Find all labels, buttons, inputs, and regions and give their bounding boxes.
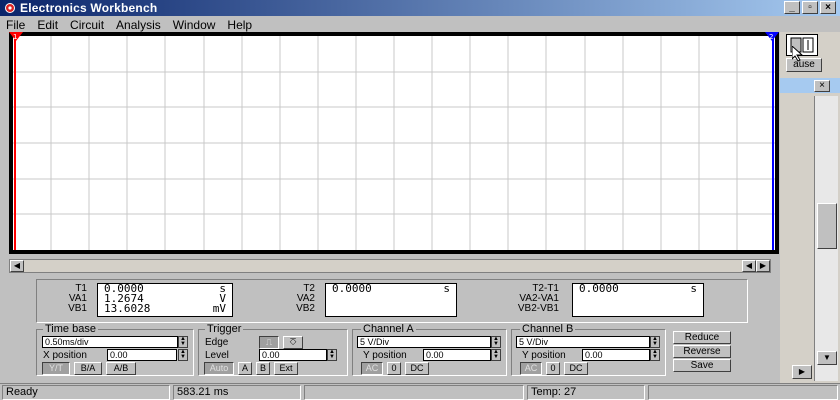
trigger-auto-button[interactable]: Auto: [204, 362, 234, 375]
label-vb2: VB2: [296, 303, 315, 314]
trigger-b-button[interactable]: B: [256, 362, 270, 375]
unit-t2: s: [443, 282, 450, 295]
app-icon: [3, 2, 17, 14]
title-bar: Electronics Workbench _ ▫ ×: [0, 0, 840, 16]
minimize-button[interactable]: _: [784, 1, 800, 14]
timebase-scale-spinner-icon[interactable]: ▲ ▼: [178, 336, 188, 348]
readout-middle-values: 0.0000 s: [325, 283, 457, 317]
svg-text:1: 1: [13, 33, 17, 41]
channel-b-ypos-label: Y position: [522, 350, 566, 361]
channel-b-ypos-spinner-icon[interactable]: ▲ ▼: [650, 349, 660, 361]
vertical-scrollbar[interactable]: ▼: [814, 96, 838, 381]
menu-bar: File Edit Circuit Analysis Window Help: [0, 16, 780, 33]
channel-b-dc-button[interactable]: DC: [564, 362, 588, 375]
mouse-pointer-icon: [791, 44, 804, 62]
channel-a-group: Channel A 5 V/Div ▲ ▼ Y position 0.00 ▲ ▼ …: [352, 323, 507, 376]
unit-vb1: mV: [212, 302, 226, 315]
horizontal-scrollbar[interactable]: ◀ ◀ ▶: [9, 259, 771, 273]
readout-left-labels: T1 VA1 VB1: [39, 284, 87, 314]
edge-label: Edge: [205, 337, 229, 348]
channel-a-ac-button[interactable]: AC: [361, 362, 383, 375]
menu-file[interactable]: File: [0, 18, 31, 32]
label-vb2-vb1: VB2-VB1: [517, 303, 559, 314]
window-title: Electronics Workbench: [20, 1, 158, 15]
reduce-button[interactable]: Reduce: [673, 331, 731, 344]
channel-a-ypos-field[interactable]: 0.00: [423, 349, 491, 361]
level-field[interactable]: 0.00: [259, 349, 327, 361]
xposition-field[interactable]: 0.00: [107, 349, 177, 361]
value-t2: 0.0000: [332, 282, 372, 295]
oscilloscope-screen: 1 2: [9, 32, 779, 254]
inner-close-icon[interactable]: ×: [814, 80, 830, 92]
channel-a-ypos-label: Y position: [363, 350, 407, 361]
readout-right-labels: T2-T1 VA2-VA1 VB2-VB1: [487, 284, 559, 314]
oscilloscope-grid: [13, 36, 775, 250]
menu-circuit[interactable]: Circuit: [64, 18, 110, 32]
ab-button[interactable]: A/B: [106, 362, 136, 375]
close-button[interactable]: ×: [820, 1, 836, 14]
xposition-label: X position: [43, 350, 87, 361]
menu-edit[interactable]: Edit: [31, 18, 64, 32]
edge-rising-icon[interactable]: ⎍: [259, 336, 279, 349]
scroll-left-icon[interactable]: ◀: [10, 260, 24, 272]
channel-b-zero-button[interactable]: 0: [546, 362, 560, 375]
inner-window-titlebar: [780, 78, 840, 93]
trigger-title: Trigger: [205, 323, 244, 335]
measurement-readout: T1 VA1 VB1 0.0000 s 1.2674 V 13.6028 mV T2 …: [36, 279, 748, 323]
timebase-scale-field[interactable]: 0.50ms/div: [42, 336, 178, 348]
label-vb1: VB1: [68, 303, 87, 314]
channel-b-group: Channel B 5 V/Div ▲ ▼ Y position 0.00 ▲ ▼ …: [511, 323, 666, 376]
menu-window[interactable]: Window: [167, 18, 222, 32]
channel-b-scale-spinner-icon[interactable]: ▲ ▼: [650, 336, 660, 348]
scroll-right-icon[interactable]: ▶: [756, 260, 770, 272]
channel-a-title: Channel A: [361, 323, 416, 335]
level-spinner-icon[interactable]: ▲ ▼: [327, 349, 337, 361]
status-empty-1: [304, 385, 524, 400]
reverse-button[interactable]: Reverse: [673, 345, 731, 358]
trigger-a-button[interactable]: A: [238, 362, 252, 375]
readout-right-values: 0.0000 s: [572, 283, 704, 317]
level-label: Level: [205, 350, 229, 361]
scroll-left-end-icon[interactable]: ◀: [742, 260, 756, 272]
cursor-1-marker-icon[interactable]: 1: [9, 32, 23, 42]
channel-a-zero-button[interactable]: 0: [387, 362, 401, 375]
channel-b-ypos-field[interactable]: 0.00: [582, 349, 650, 361]
edge-falling-icon[interactable]: ⎏: [283, 336, 303, 349]
readout-middle-labels: T2 VA2 VB2: [267, 284, 315, 314]
xposition-spinner-icon[interactable]: ▲ ▼: [178, 349, 188, 361]
value-vb1: 13.6028: [104, 302, 151, 315]
vertical-scroll-thumb[interactable]: [817, 203, 837, 249]
channel-b-title: Channel B: [520, 323, 576, 335]
channel-a-ypos-spinner-icon[interactable]: ▲ ▼: [491, 349, 501, 361]
channel-a-scale-field[interactable]: 5 V/Div: [357, 336, 491, 348]
status-empty-2: [648, 385, 838, 400]
value-t2-t1: 0.0000: [579, 282, 619, 295]
unit-t2-t1: s: [690, 282, 697, 295]
status-temp: Temp: 27: [527, 385, 645, 400]
restore-button[interactable]: ▫: [802, 1, 818, 14]
channel-a-dc-button[interactable]: DC: [405, 362, 429, 375]
timebase-title: Time base: [43, 323, 98, 335]
scroll-down-icon[interactable]: ▼: [817, 351, 837, 365]
timebase-group: Time base 0.50ms/div ▲ ▼ X position 0.00 …: [36, 323, 194, 376]
yt-button[interactable]: Y/T: [42, 362, 70, 375]
trigger-ext-button[interactable]: Ext: [274, 362, 298, 375]
save-button[interactable]: Save: [673, 359, 731, 372]
channel-a-scale-spinner-icon[interactable]: ▲ ▼: [491, 336, 501, 348]
status-ready: Ready: [2, 385, 170, 400]
scroll-right-pane-icon[interactable]: ▶: [792, 365, 812, 379]
status-bar: Ready 583.21 ms Temp: 27: [0, 383, 840, 400]
trigger-group: Trigger Edge ⎍ ⎏ Level 0.00 ▲ ▼ Auto A B …: [198, 323, 348, 376]
menu-help[interactable]: Help: [221, 18, 258, 32]
cursor-2-marker-icon[interactable]: 2: [765, 32, 779, 42]
menu-analysis[interactable]: Analysis: [110, 18, 167, 32]
ba-button[interactable]: B/A: [74, 362, 102, 375]
status-time: 583.21 ms: [173, 385, 301, 400]
channel-b-scale-field[interactable]: 5 V/Div: [516, 336, 650, 348]
channel-b-ac-button[interactable]: AC: [520, 362, 542, 375]
readout-left-values: 0.0000 s 1.2674 V 13.6028 mV: [97, 283, 233, 317]
svg-text:2: 2: [769, 33, 773, 41]
